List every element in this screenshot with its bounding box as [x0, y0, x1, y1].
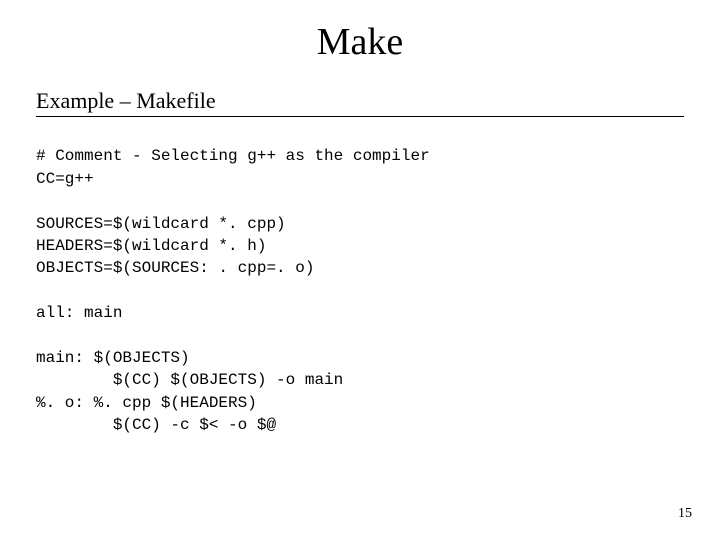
code-line: SOURCES=$(wildcard *. cpp) — [36, 215, 286, 233]
code-line: %. o: %. cpp $(HEADERS) — [36, 394, 257, 412]
slide-container: Make Example – Makefile # Comment - Sele… — [0, 0, 720, 436]
code-line: all: main — [36, 304, 122, 322]
slide-title: Make — [36, 20, 684, 64]
code-line: $(CC) -c $< -o $@ — [36, 416, 276, 434]
code-line: CC=g++ — [36, 170, 94, 188]
page-number: 15 — [678, 506, 692, 522]
code-block: # Comment - Selecting g++ as the compile… — [36, 123, 684, 436]
divider-line — [36, 116, 684, 117]
code-line: # Comment - Selecting g++ as the compile… — [36, 147, 430, 165]
slide-subtitle: Example – Makefile — [36, 88, 684, 114]
code-line: HEADERS=$(wildcard *. h) — [36, 237, 266, 255]
code-line: OBJECTS=$(SOURCES: . cpp=. o) — [36, 259, 314, 277]
code-line: main: $(OBJECTS) — [36, 349, 190, 367]
code-line: $(CC) $(OBJECTS) -o main — [36, 371, 343, 389]
